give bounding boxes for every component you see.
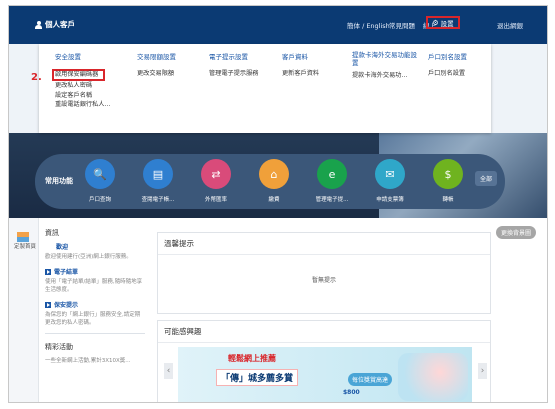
menu-item-enable-token[interactable]: 啟用保安編碼器 xyxy=(52,69,106,81)
main-content: 定製首頁 資訊 歡迎 歡迎使用建行(亞洲)網上銀行服務。 電子結單 使用「電子結… xyxy=(9,218,547,402)
events-text: 一些全新網上活動,累計3X10X獎... xyxy=(45,358,131,364)
interest-title: 可能感興趣 xyxy=(158,321,490,343)
quick-item-transfer[interactable]: $ 轉帳 xyxy=(423,159,473,203)
menu-heading: 戶口別名設置 xyxy=(428,53,467,61)
gear-icon: ⚙ xyxy=(432,18,439,27)
carousel-prev-button[interactable]: ‹ xyxy=(164,363,173,379)
quick-item-label: 申請支票簿 xyxy=(376,197,404,203)
menu-item-atm-overseas[interactable]: 提款卡海外交易功... xyxy=(352,71,422,81)
promo-tag: 每位獎賞高達 xyxy=(348,373,393,386)
menu-column-alias: 戶口別名設置 戶口別名設置 xyxy=(428,51,467,79)
welcome-title: 歡迎 xyxy=(56,244,69,251)
menu-item-alias[interactable]: 戶口別名設置 xyxy=(428,69,467,79)
quick-item-label: 管理電子提... xyxy=(315,197,349,203)
faq-link[interactable]: 常見問題 xyxy=(389,20,415,30)
e-statement-link[interactable]: 電子結單 xyxy=(45,267,145,276)
menu-item-manage-notification[interactable]: 管理電子提示服務 xyxy=(209,69,259,79)
transfer-icon: $ xyxy=(433,159,463,189)
menu-column-limits: 交易限額設置 更改交易限額 xyxy=(137,51,176,79)
logout-link[interactable]: 退出網銀 xyxy=(497,20,523,30)
menu-item-change-limit[interactable]: 更改交易限額 xyxy=(137,69,176,79)
menu-column-customer-info: 客戶資料 更新客戶資料 xyxy=(282,51,319,79)
menu-heading: 交易限額設置 xyxy=(137,53,176,61)
security-tips-text: 為保您的「網上銀行」服務安全,請定期更改您的私人密碼。 xyxy=(45,312,141,326)
e-statement-label: 電子結單 xyxy=(54,269,79,276)
menu-item-set-username[interactable]: 設定客戶名稱 xyxy=(55,91,110,101)
notice-panel: 溫馨提示 暫無提示 xyxy=(157,232,491,314)
quick-item-label: 外幣匯率 xyxy=(204,197,227,203)
quick-item-label: 查閱電子帳... xyxy=(141,197,175,203)
step-number-label: 2. xyxy=(31,72,42,83)
menu-heading: 客戶資料 xyxy=(282,53,308,61)
notice-title: 溫馨提示 xyxy=(158,233,490,255)
events-heading: 精彩活動 xyxy=(45,343,73,351)
divider xyxy=(45,333,145,334)
menu-item-reset-phone-pin[interactable]: 重設電話銀行私人... xyxy=(55,100,110,110)
quick-more-button[interactable]: 全部 xyxy=(475,171,498,186)
settings-label: 設置 xyxy=(440,19,454,28)
e-notification-icon: e xyxy=(317,159,347,189)
promo-banner[interactable]: 輕鬆網上推薦 「傳」城多薦多賞 每位獎賞高達 $800 xyxy=(178,347,472,402)
chequebook-icon: ✉ xyxy=(375,159,405,189)
security-tips-label: 保安提示 xyxy=(54,302,79,309)
settings-button[interactable]: ⚙ 設置 xyxy=(426,16,460,29)
change-background-button[interactable]: 更換背景圖 xyxy=(496,226,537,239)
news-column: 資訊 歡迎 歡迎使用建行(亞洲)網上銀行服務。 電子結單 使用「電子結單/結單」… xyxy=(45,228,145,364)
quick-item-e-notification[interactable]: e 管理電子提... xyxy=(307,159,357,203)
quick-item-label: 繳費 xyxy=(268,197,280,203)
menu-column-e-notification: 電子提示設置 管理電子提示服務 xyxy=(209,51,259,79)
quick-functions-bar: 常用功能 🔍 戶口查詢 ▤ 查閱電子帳... ⇄ 外幣匯率 ⌂ 繳費 e 管理電… xyxy=(35,154,505,209)
menu-item-change-password[interactable]: 更改私人密碼 xyxy=(55,81,110,91)
menu-heading: 安全設置 xyxy=(55,53,81,61)
bill-payment-icon: ⌂ xyxy=(259,159,289,189)
person-icon xyxy=(35,20,42,29)
browser-frame: 個人客戶 簡体 / English 常見問題 線上 ⚙ 設置 退出網銀 定製首頁… xyxy=(8,5,548,403)
security-tips-link[interactable]: 保安提示 xyxy=(45,300,145,309)
menu-heading: 電子提示設置 xyxy=(209,53,248,61)
statement-icon: ▤ xyxy=(143,159,173,189)
notice-empty: 暫無提示 xyxy=(311,277,336,284)
customize-label: 定製首頁 xyxy=(14,244,37,250)
quick-item-e-statement[interactable]: ▤ 查閱電子帳... xyxy=(133,159,183,203)
brand-label: 個人客戶 xyxy=(45,20,75,29)
menu-column-atm-overseas: 提款卡海外交易功能設置 提款卡海外交易功... xyxy=(352,51,422,81)
promo-amount: $800 xyxy=(343,389,360,396)
menu-column-security: 安全設置 啟用保安編碼器 更改私人密碼 設定客戶名稱 重設電話銀行私人... xyxy=(52,51,110,110)
brand[interactable]: 個人客戶 xyxy=(35,19,75,30)
customize-rail[interactable]: 定製首頁 xyxy=(9,218,39,402)
play-icon xyxy=(45,268,51,275)
language-switch-link[interactable]: 簡体 / English xyxy=(347,20,390,30)
quick-item-account-inquiry[interactable]: 🔍 戶口查詢 xyxy=(75,159,125,203)
welcome-text: 歡迎使用建行(亞洲)網上銀行服務。 xyxy=(45,254,132,260)
menu-heading: 提款卡海外交易功能設置 xyxy=(352,51,417,67)
play-icon xyxy=(45,301,51,308)
top-nav-bar: 個人客戶 簡体 / English 常見問題 線上 ⚙ 設置 退出網銀 xyxy=(9,6,547,44)
quick-item-fx-rate[interactable]: ⇄ 外幣匯率 xyxy=(191,159,241,203)
news-heading: 資訊 xyxy=(45,229,59,237)
quick-item-chequebook[interactable]: ✉ 申請支票簿 xyxy=(365,159,415,203)
e-statement-text: 使用「電子結單/結單」服務,隨時隨地享生活態度。 xyxy=(45,279,143,293)
carousel-next-button[interactable]: › xyxy=(478,363,487,379)
settings-dropdown-menu: 安全設置 啟用保安編碼器 更改私人密碼 設定客戶名稱 重設電話銀行私人... 交… xyxy=(39,44,491,133)
quick-item-label: 戶口查詢 xyxy=(88,197,111,203)
promo-illustration xyxy=(398,353,468,401)
interest-panel: 可能感興趣 輕鬆網上推薦 「傳」城多薦多賞 每位獎賞高達 $800 ‹ › xyxy=(157,320,491,402)
exchange-icon: ⇄ xyxy=(201,159,231,189)
menu-item-update-info[interactable]: 更新客戶資料 xyxy=(282,69,319,79)
customize-icon xyxy=(17,232,29,242)
promo-subtitle: 「傳」城多薦多賞 xyxy=(216,369,299,386)
quick-item-bill-payment[interactable]: ⌂ 繳費 xyxy=(249,159,299,203)
promo-title: 輕鬆網上推薦 xyxy=(228,354,276,363)
account-search-icon: 🔍 xyxy=(85,159,115,189)
quick-functions-title: 常用功能 xyxy=(45,177,73,185)
quick-item-label: 轉帳 xyxy=(442,197,454,203)
